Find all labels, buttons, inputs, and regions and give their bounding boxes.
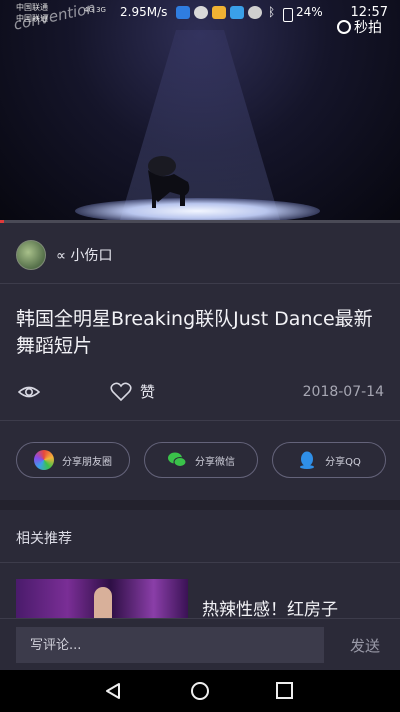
heart-icon [110,382,132,401]
eye-icon [18,386,40,398]
miaopai-icon [337,20,351,34]
like-label: 赞 [140,383,156,401]
chat-icon [194,6,208,19]
divider [0,420,400,421]
action-row: 赞 2018-07-14 [16,380,386,406]
app-icon-lightblue [230,6,244,19]
share-wechat-button[interactable]: 分享微信 [144,442,258,478]
back-icon[interactable] [104,682,122,700]
video-progress-fill [0,220,4,223]
share-qq-label: 分享QQ [325,456,361,468]
avatar[interactable] [16,240,46,270]
share-wechat-label: 分享微信 [195,456,235,468]
watermark-brand: 秒拍 [354,20,382,36]
section-separator [0,500,400,510]
share-row: 分享朋友圈 分享微信 分享QQ [16,442,386,478]
send-button[interactable]: 发送 [350,635,380,656]
recent-apps-icon[interactable] [276,682,293,699]
qq-icon [300,451,315,469]
related-heading: 相关推荐 [16,531,72,547]
comment-bar: 发送 [0,618,400,670]
publish-date: 2018-07-14 [302,384,384,400]
system-nav-bar [0,670,400,712]
home-icon[interactable] [191,682,209,700]
share-moments-label: 分享朋友圈 [62,456,112,468]
app-icon-orange [212,6,226,19]
share-moments-button[interactable]: 分享朋友圈 [16,442,130,478]
divider [0,562,400,563]
moments-icon [34,450,54,470]
divider [0,283,400,284]
related-item-title[interactable]: 热辣性感！红房子 [202,595,338,620]
app-icon-gray [248,6,262,19]
network-speed: 2.95M/s [120,5,168,19]
author-name[interactable]: ∝ 小伤口 [56,245,112,265]
share-qq-button[interactable]: 分享QQ [272,442,386,478]
video-title: 韩国全明星Breaking联队Just Dance最新舞蹈短片 [16,308,373,357]
bluetooth-icon: ᛒ [268,5,276,19]
video-progress[interactable] [0,220,400,223]
app-icon-blue [176,6,190,19]
comment-input[interactable] [16,627,324,663]
like-button[interactable]: 赞 [110,381,155,402]
wechat-icon [168,452,187,467]
author-row[interactable]: ∝ 小伤口 [16,240,112,270]
watermark-logo: 秒拍 [337,17,382,37]
battery-percent: 24% [296,5,323,19]
notification-icons [176,6,262,19]
battery-icon [283,8,293,22]
dancer-figure [148,156,190,208]
